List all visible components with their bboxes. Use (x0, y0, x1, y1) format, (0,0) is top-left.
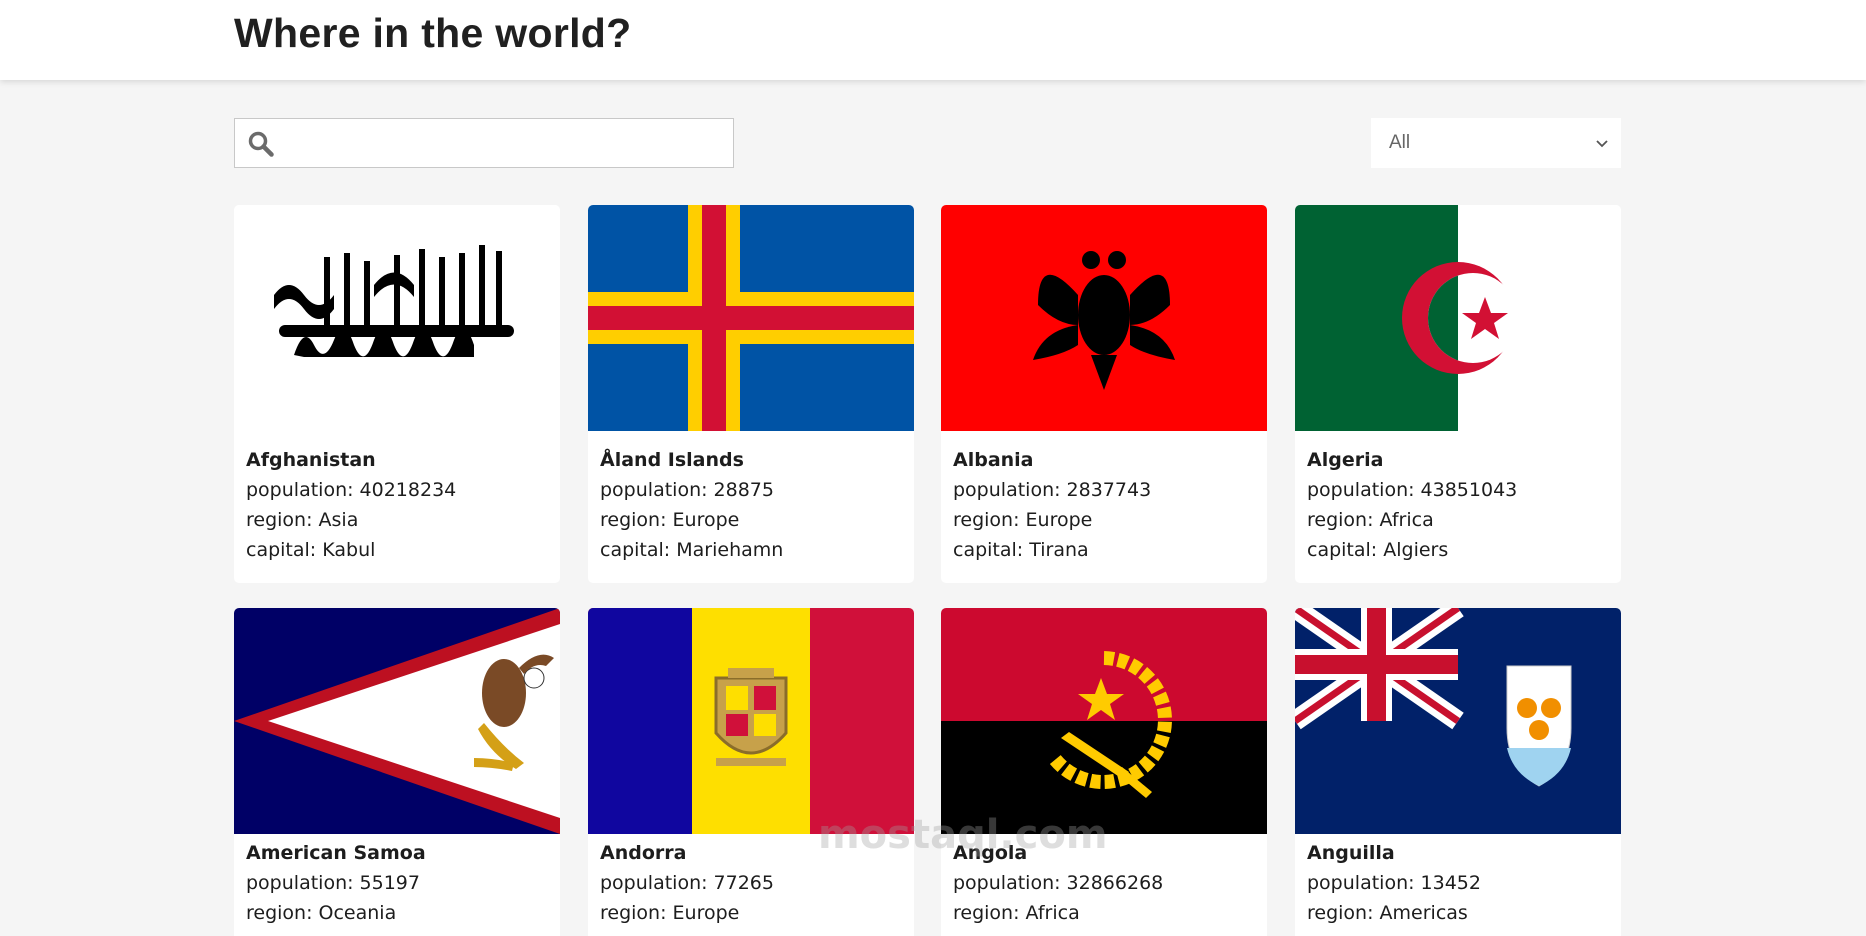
country-population: population: 77265 (600, 872, 774, 894)
country-card-algeria[interactable]: Algeria population: 43851043 region: Afr… (1295, 205, 1621, 583)
country-card-albania[interactable]: Albania population: 2837743 region: Euro… (941, 205, 1267, 583)
country-name: Åland Islands (600, 449, 744, 471)
country-population: population: 43851043 (1307, 479, 1518, 501)
country-region: region: Asia (246, 509, 359, 531)
country-card-afghanistan[interactable]: Afghanistan population: 40218234 region:… (234, 205, 560, 583)
country-population: population: 55197 (246, 872, 420, 894)
country-region: region: Africa (1307, 509, 1434, 531)
country-card-american-samoa[interactable]: American Samoa population: 55197 region:… (234, 608, 560, 936)
country-name: Afghanistan (246, 449, 376, 471)
country-region: region: Europe (600, 902, 740, 924)
region-filter-value: All (1389, 132, 1411, 153)
country-region: region: Europe (953, 509, 1093, 531)
search-input[interactable] (287, 125, 723, 161)
search-box[interactable] (234, 118, 734, 168)
andorra-flag-icon (588, 608, 914, 834)
country-card-andorra[interactable]: Andorra population: 77265 region: Europe (588, 608, 914, 936)
country-population: population: 32866268 (953, 872, 1164, 894)
algeria-flag-icon (1295, 205, 1621, 431)
country-population: population: 28875 (600, 479, 774, 501)
country-capital: capital: Mariehamn (600, 539, 784, 561)
country-population: population: 2837743 (953, 479, 1152, 501)
country-name: Andorra (600, 842, 687, 864)
region-filter-select[interactable]: All (1371, 118, 1621, 168)
country-card-angola[interactable]: Angola population: 32866268 region: Afri… (941, 608, 1267, 936)
country-region: region: Europe (600, 509, 740, 531)
country-name: Anguilla (1307, 842, 1395, 864)
country-capital: capital: Algiers (1307, 539, 1449, 561)
country-name: Angola (953, 842, 1028, 864)
page-title: Where in the world? (234, 10, 632, 56)
country-population: population: 13452 (1307, 872, 1481, 894)
country-name: American Samoa (246, 842, 426, 864)
app-header: Where in the world? (0, 0, 1866, 80)
aland-islands-flag-icon (588, 205, 914, 431)
afghanistan-flag-icon (234, 205, 560, 431)
country-capital: capital: Kabul (246, 539, 376, 561)
country-card-aland-islands[interactable]: Åland Islands population: 28875 region: … (588, 205, 914, 583)
angola-flag-icon (941, 608, 1267, 834)
chevron-down-icon (1596, 140, 1608, 148)
american-samoa-flag-icon (234, 608, 560, 834)
country-card-anguilla[interactable]: Anguilla population: 13452 region: Ameri… (1295, 608, 1621, 936)
country-name: Albania (953, 449, 1034, 471)
country-region: region: Africa (953, 902, 1080, 924)
country-region: region: Americas (1307, 902, 1468, 924)
country-population: population: 40218234 (246, 479, 457, 501)
search-icon (248, 131, 274, 157)
country-name: Algeria (1307, 449, 1384, 471)
albania-flag-icon (941, 205, 1267, 431)
country-capital: capital: Tirana (953, 539, 1089, 561)
country-region: region: Oceania (246, 902, 397, 924)
anguilla-flag-icon (1295, 608, 1621, 834)
